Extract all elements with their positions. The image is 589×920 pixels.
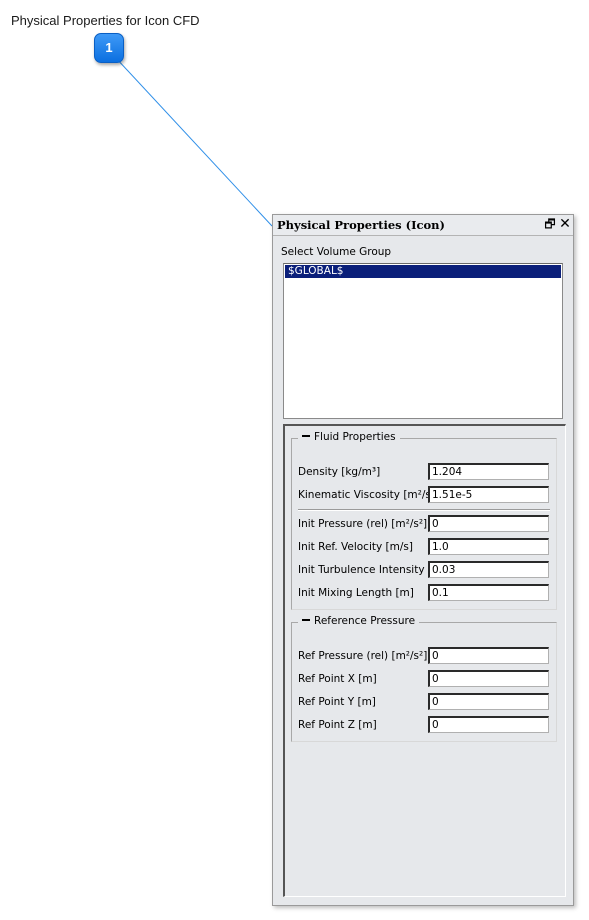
init-mixing-length-label: Init Mixing Length [m]	[298, 587, 414, 599]
properties-scroll-area[interactable]: Fluid Properties Density [kg/m³] 1.204 K…	[283, 424, 566, 897]
fluid-properties-title: Fluid Properties	[314, 431, 396, 443]
list-item[interactable]: $GLOBAL$	[285, 265, 561, 278]
fluid-properties-group: Fluid Properties Density [kg/m³] 1.204 K…	[291, 431, 557, 610]
panel-title: Physical Properties (Icon)	[277, 218, 445, 232]
density-input[interactable]: 1.204	[428, 463, 549, 480]
physical-properties-panel: Physical Properties (Icon) 🗗 ✕ Select Vo…	[272, 214, 574, 906]
ref-point-z-label: Ref Point Z [m]	[298, 719, 377, 731]
init-pressure-input[interactable]: 0	[428, 515, 549, 532]
init-turbulence-label: Init Turbulence Intensity	[298, 564, 425, 576]
density-label: Density [kg/m³]	[298, 466, 381, 478]
collapse-icon[interactable]	[302, 435, 310, 437]
kinematic-viscosity-label: Kinematic Viscosity [m²/s]	[298, 489, 435, 501]
reference-pressure-group: Reference Pressure Ref Pressure (rel) [m…	[291, 615, 557, 742]
reference-pressure-header[interactable]: Reference Pressure	[298, 615, 420, 627]
init-pressure-label: Init Pressure (rel) [m²/s²]	[298, 518, 428, 530]
ref-pressure-input[interactable]: 0	[428, 647, 549, 664]
init-mixing-length-input[interactable]: 0.1	[428, 584, 549, 601]
ref-point-z-input[interactable]: 0	[428, 716, 549, 733]
callout-badge: 1	[94, 33, 124, 63]
ref-point-y-input[interactable]: 0	[428, 693, 549, 710]
ref-point-x-input[interactable]: 0	[428, 670, 549, 687]
fluid-properties-header[interactable]: Fluid Properties	[298, 431, 400, 443]
collapse-icon[interactable]	[302, 619, 310, 621]
select-volume-group-label: Select Volume Group	[281, 246, 392, 258]
close-icon[interactable]: ✕	[558, 217, 572, 231]
divider	[298, 509, 550, 511]
init-ref-velocity-input[interactable]: 1.0	[428, 538, 549, 555]
reference-pressure-title: Reference Pressure	[314, 615, 416, 627]
kinematic-viscosity-input[interactable]: 1.51e-5	[428, 486, 549, 503]
restore-icon[interactable]: 🗗	[543, 217, 557, 231]
init-ref-velocity-label: Init Ref. Velocity [m/s]	[298, 541, 413, 553]
init-turbulence-input[interactable]: 0.03	[428, 561, 549, 578]
ref-point-x-label: Ref Point X [m]	[298, 673, 377, 685]
ref-pressure-label: Ref Pressure (rel) [m²/s²]	[298, 650, 428, 662]
volume-group-list[interactable]: $GLOBAL$	[283, 263, 563, 419]
ref-point-y-label: Ref Point Y [m]	[298, 696, 376, 708]
panel-header: Physical Properties (Icon) 🗗 ✕	[273, 215, 573, 236]
